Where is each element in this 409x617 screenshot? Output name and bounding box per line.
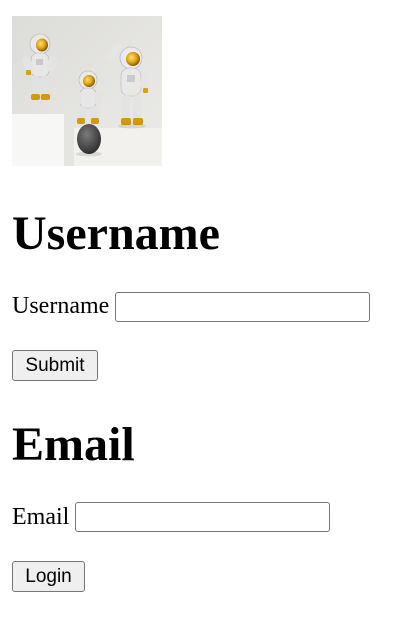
login-button[interactable]: Login [12, 561, 85, 592]
email-label: Email [12, 504, 70, 530]
email-input[interactable] [75, 502, 330, 532]
astronaut-photo [12, 16, 162, 166]
username-label: Username [12, 293, 110, 319]
page: Username Username Submit Email Email Log… [0, 0, 409, 617]
email-heading: Email [12, 418, 135, 471]
submit-button[interactable]: Submit [12, 350, 98, 381]
username-heading: Username [12, 207, 220, 260]
username-input[interactable] [115, 292, 370, 322]
